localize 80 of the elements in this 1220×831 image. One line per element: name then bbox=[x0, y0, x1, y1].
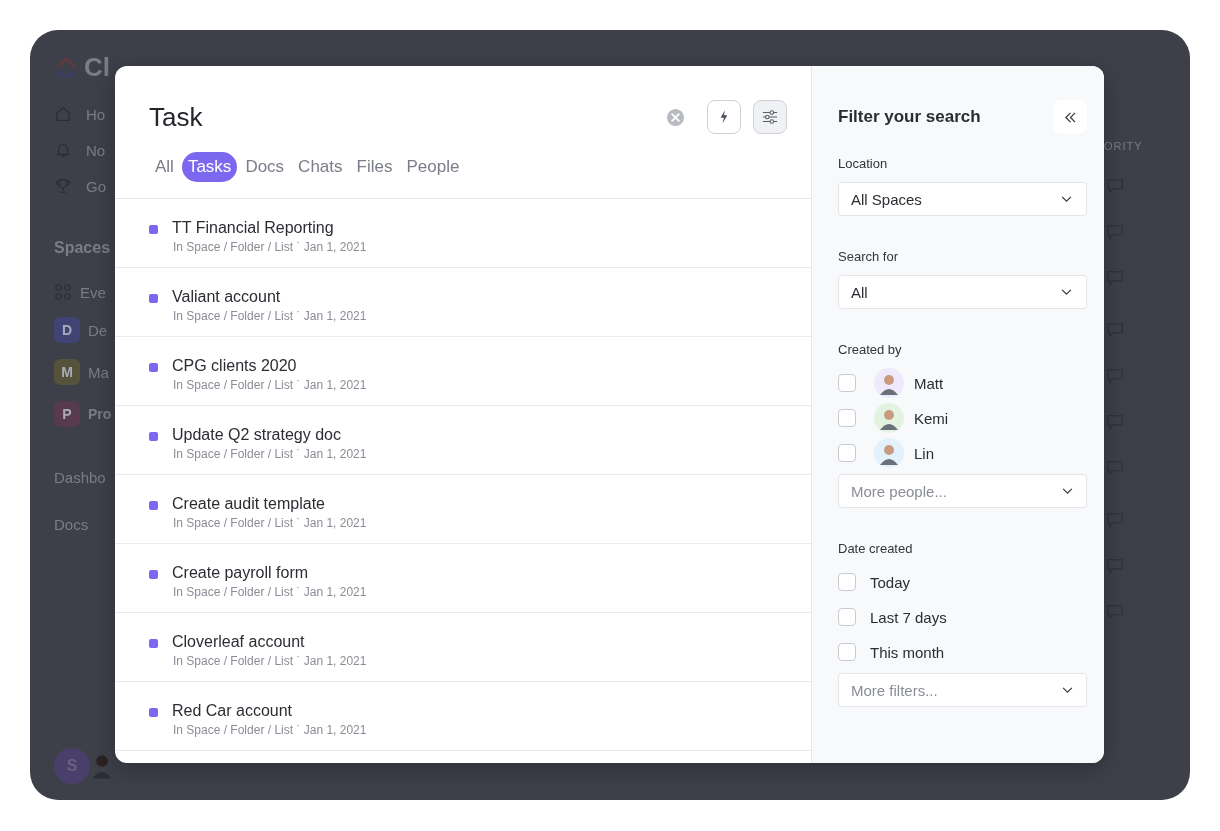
tab[interactable]: Tasks bbox=[181, 152, 238, 182]
task-status-icon bbox=[149, 570, 158, 579]
chevron-down-icon bbox=[1061, 288, 1072, 296]
checkbox[interactable] bbox=[838, 409, 856, 427]
logo-icon bbox=[54, 55, 78, 80]
task-status-icon bbox=[149, 639, 158, 648]
task-title[interactable]: CPG clients 2020 bbox=[172, 357, 367, 375]
tab[interactable]: Files bbox=[350, 152, 399, 182]
space-item[interactable]: Eve bbox=[80, 283, 106, 301]
checkbox[interactable] bbox=[838, 608, 856, 626]
checkbox-label: Today bbox=[870, 573, 911, 591]
more-filters-dropdown[interactable]: More filters... bbox=[838, 673, 1087, 707]
sidebar-link[interactable]: Docs bbox=[54, 516, 106, 533]
checkbox[interactable] bbox=[838, 444, 856, 462]
clear-icon[interactable] bbox=[666, 107, 685, 127]
more-people-dropdown[interactable]: More people... bbox=[838, 474, 1087, 508]
tab[interactable]: All bbox=[149, 152, 180, 182]
task-status-icon bbox=[149, 501, 158, 510]
checkbox[interactable] bbox=[838, 374, 856, 392]
task-status-icon bbox=[149, 294, 158, 303]
location-dropdown[interactable]: All Spaces bbox=[838, 182, 1087, 216]
task-location: In Space / Folder / List ˙ Jan 1, 2021 bbox=[173, 240, 367, 254]
tab[interactable]: Chats bbox=[292, 152, 349, 182]
task-title[interactable]: Update Q2 strategy doc bbox=[172, 426, 367, 444]
filter-settings-button[interactable] bbox=[753, 100, 787, 134]
field-label: Date created bbox=[838, 541, 914, 556]
task-location: In Space / Folder / List ˙ Jan 1, 2021 bbox=[173, 654, 367, 668]
task-title[interactable]: Valiant account bbox=[172, 288, 367, 306]
nav-item[interactable]: No bbox=[86, 141, 106, 159]
panel-title: Filter your search bbox=[838, 107, 981, 127]
task-title[interactable]: Create audit template bbox=[172, 495, 367, 513]
person-avatar[interactable] bbox=[92, 752, 112, 780]
space-avatar: D bbox=[54, 317, 80, 343]
section-title: Spaces bbox=[54, 239, 111, 257]
collapse-button[interactable] bbox=[1053, 100, 1087, 134]
space-avatar: M bbox=[54, 359, 80, 385]
double-chevron-left-icon bbox=[1063, 111, 1077, 123]
task-title[interactable]: Cloverleaf account bbox=[172, 633, 367, 651]
space-item[interactable]: Pro bbox=[88, 406, 112, 422]
checkbox[interactable] bbox=[838, 643, 856, 661]
task-status-icon bbox=[149, 225, 158, 234]
field-label: Search for bbox=[838, 249, 899, 264]
search-for-dropdown[interactable]: All bbox=[838, 275, 1087, 309]
task-location: In Space / Folder / List ˙ Jan 1, 2021 bbox=[173, 585, 367, 599]
column-header: ORITY bbox=[1104, 140, 1143, 152]
task-location: In Space / Folder / List ˙ Jan 1, 2021 bbox=[173, 378, 367, 392]
nav-item[interactable]: Ho bbox=[86, 105, 106, 123]
logo-text: Cl bbox=[84, 52, 110, 83]
task-location: In Space / Folder / List ˙ Jan 1, 2021 bbox=[173, 309, 367, 323]
chevron-down-icon bbox=[1062, 488, 1073, 495]
space-item[interactable]: De bbox=[88, 321, 108, 339]
space-item[interactable]: Ma bbox=[88, 363, 109, 381]
person-name: Kemi bbox=[914, 409, 949, 427]
nav-item[interactable]: Go bbox=[86, 177, 106, 195]
task-title[interactable]: Create payroll form bbox=[172, 564, 367, 582]
task-location: In Space / Folder / List ˙ Jan 1, 2021 bbox=[173, 516, 367, 530]
task-location: In Space / Folder / List ˙ Jan 1, 2021 bbox=[173, 723, 367, 737]
task-status-icon bbox=[149, 363, 158, 372]
checkbox-label: This month bbox=[870, 643, 945, 661]
checkbox[interactable] bbox=[838, 573, 856, 591]
person-name: Matt bbox=[914, 374, 944, 392]
task-status-icon bbox=[149, 708, 158, 717]
checkbox-label: Last 7 days bbox=[870, 608, 947, 626]
search-query[interactable]: Task bbox=[149, 101, 203, 133]
sidebar-link[interactable]: Dashbo bbox=[54, 469, 106, 486]
lightning-button[interactable] bbox=[707, 100, 741, 134]
sliders-icon bbox=[761, 109, 779, 125]
task-status-icon bbox=[149, 432, 158, 441]
field-label: Created by bbox=[838, 342, 903, 357]
person-name: Lin bbox=[914, 444, 935, 462]
lightning-icon bbox=[719, 109, 729, 125]
tab[interactable]: Docs bbox=[239, 152, 291, 182]
task-title[interactable]: TT Financial Reporting bbox=[172, 219, 367, 237]
task-title[interactable]: Red Car account bbox=[172, 702, 367, 720]
field-label: Location bbox=[838, 156, 889, 171]
chevron-down-icon bbox=[1062, 687, 1073, 694]
task-location: In Space / Folder / List ˙ Jan 1, 2021 bbox=[173, 447, 367, 461]
space-avatar: P bbox=[54, 401, 80, 427]
chevron-down-icon bbox=[1061, 195, 1072, 203]
tab[interactable]: People bbox=[400, 152, 466, 182]
